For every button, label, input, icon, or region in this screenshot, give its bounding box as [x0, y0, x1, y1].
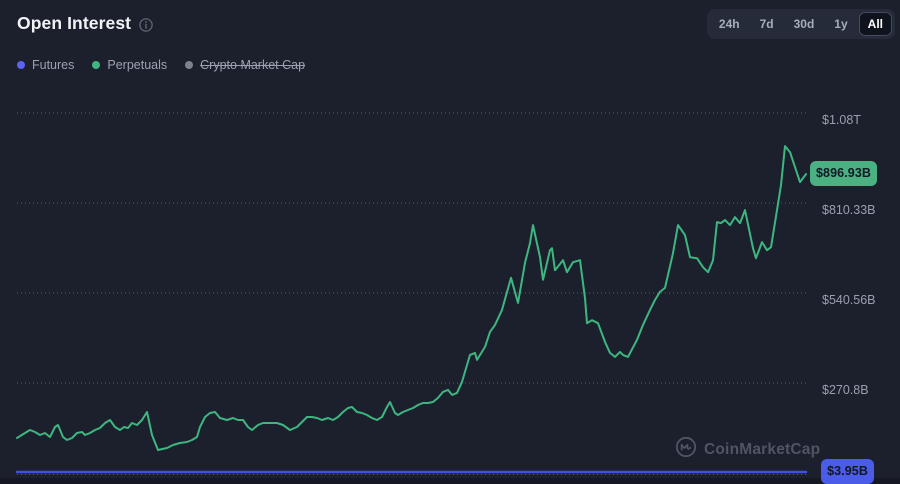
- y-axis-tick-label: $1.08T: [822, 113, 861, 127]
- perpetuals-value-badge: $896.93B: [810, 161, 877, 186]
- coinmarketcap-watermark: CoinMarketCap: [675, 436, 820, 463]
- range-button-30d[interactable]: 30d: [785, 12, 824, 36]
- legend-label: Futures: [32, 58, 74, 72]
- legend-label: Perpetuals: [107, 58, 167, 72]
- legend-item-futures[interactable]: Futures: [17, 58, 74, 72]
- range-button-1y[interactable]: 1y: [825, 12, 856, 36]
- y-axis-tick-label: $270.8B: [822, 383, 869, 397]
- y-axis-tick-label: $540.56B: [822, 293, 876, 307]
- watermark-text: CoinMarketCap: [704, 441, 820, 459]
- range-button-24h[interactable]: 24h: [710, 12, 749, 36]
- y-axis-tick-label: $810.33B: [822, 203, 876, 217]
- range-button-7d[interactable]: 7d: [751, 12, 783, 36]
- legend-label: Crypto Market Cap: [200, 58, 305, 72]
- legend-item-perpetuals[interactable]: Perpetuals: [92, 58, 167, 72]
- info-icon[interactable]: [139, 18, 153, 32]
- legend: Futures Perpetuals Crypto Market Cap: [17, 58, 305, 72]
- series-line-perpetuals: [17, 146, 806, 450]
- futures-dot-icon: [17, 61, 25, 69]
- page-title: Open Interest: [17, 13, 131, 34]
- coinmarketcap-logo-icon: [675, 436, 697, 463]
- perpetuals-dot-icon: [92, 61, 100, 69]
- futures-value-badge: $3.95B: [821, 459, 874, 484]
- range-button-all[interactable]: All: [859, 12, 892, 36]
- card-bottom-edge: [0, 478, 900, 483]
- chart-canvas[interactable]: [0, 0, 900, 483]
- crypto-market-cap-dot-icon: [185, 61, 193, 69]
- title-row: Open Interest: [17, 13, 153, 34]
- range-selector: 24h7d30d1yAll: [707, 9, 895, 39]
- legend-item-crypto-market-cap[interactable]: Crypto Market Cap: [185, 58, 305, 72]
- open-interest-widget: Open Interest 24h7d30d1yAll Futures Perpe…: [0, 0, 900, 483]
